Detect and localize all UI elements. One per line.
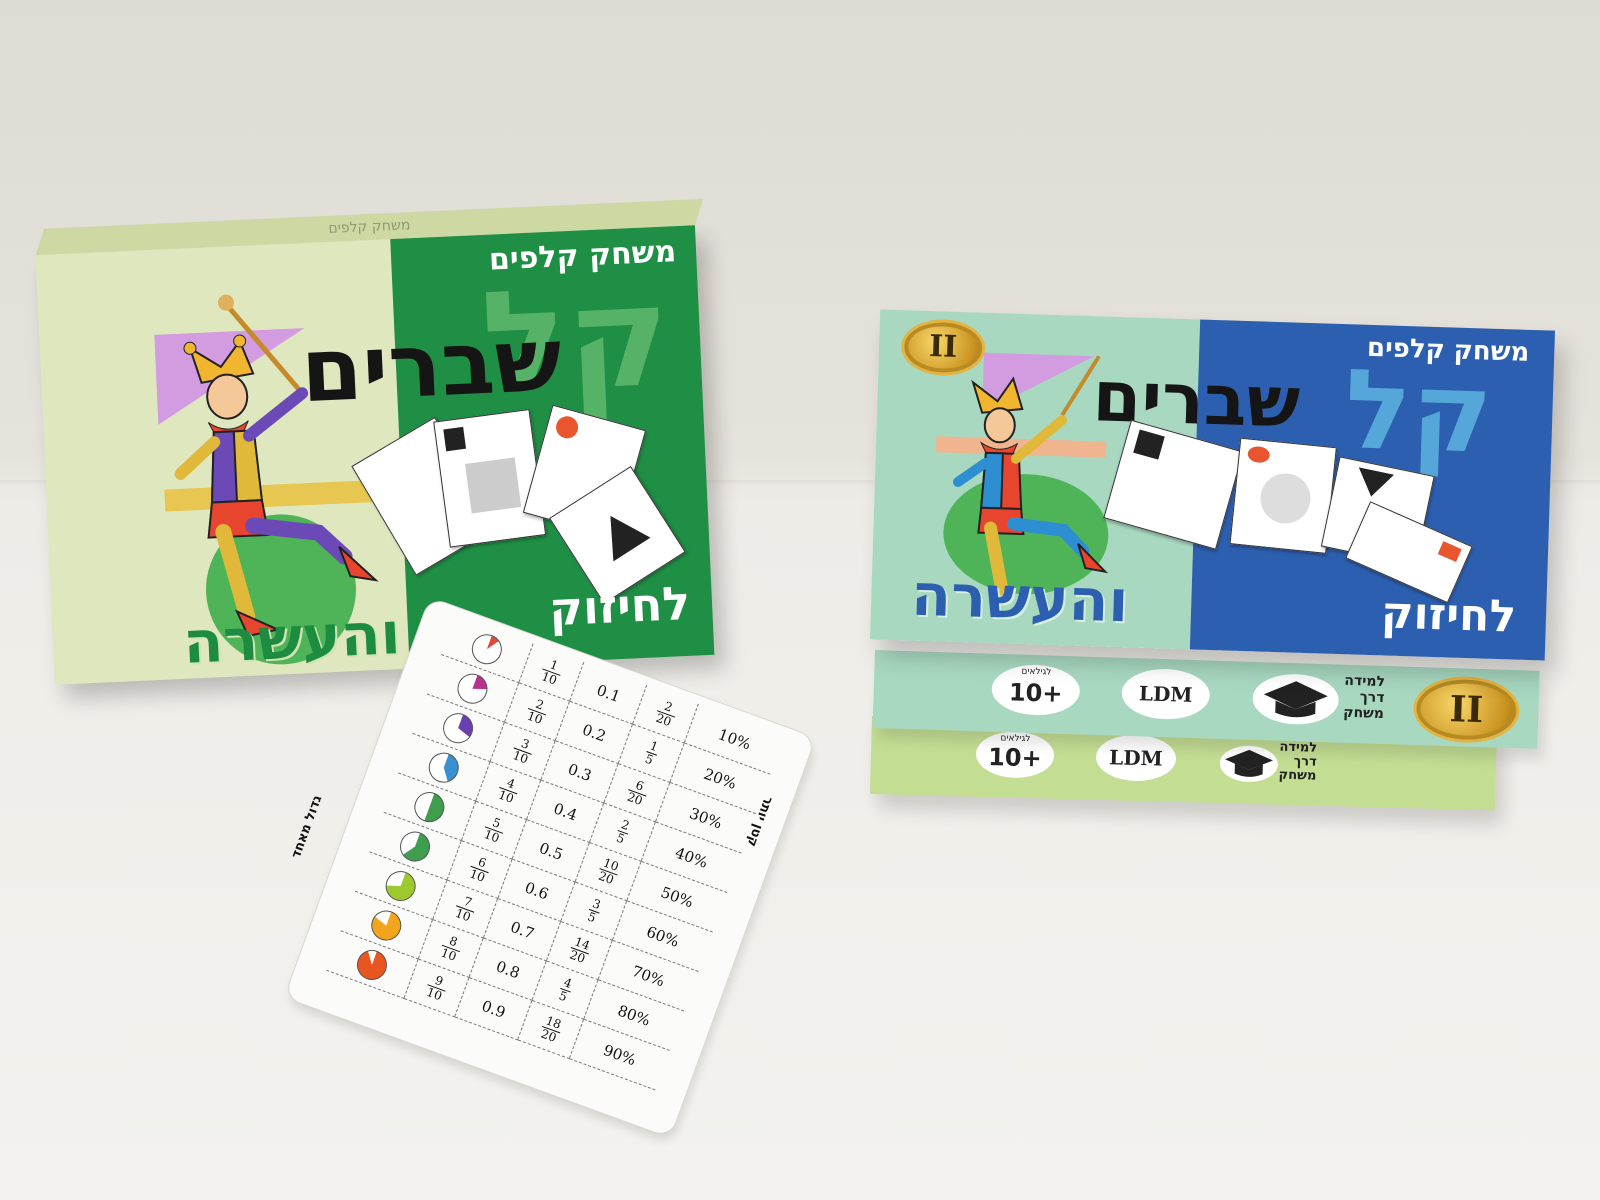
brand-text: LDM [1108,745,1164,771]
fraction: 3 10 [509,735,537,767]
pie-icon [438,708,478,747]
slogan-bottom: למידה דרך משחק [1278,740,1317,784]
box-right-label-vehaashara: והעשרה [910,560,1130,636]
percent-badge [553,413,581,441]
age-value: 10+ [1008,678,1063,708]
fraction: 6 10 [466,853,494,886]
triangle-figure [1353,467,1395,501]
box-left-title-shvarim: שברים [298,307,564,423]
fraction: 2 20 [652,697,680,730]
denominator: 5 [614,830,627,847]
slogan-line: משחק [1278,767,1317,784]
denominator: 5 [557,988,570,1005]
fraction: 9 10 [423,971,451,1004]
box-right-title-shvarim: שברים [1091,355,1302,444]
pie-icon [381,866,420,905]
edition-coin-front: II [1412,674,1521,745]
box-right-label-lechizuk: לחיזוק [1380,587,1517,643]
age-caption: לגילאים [1000,733,1031,745]
fraction: 35 [584,896,605,926]
pie-icon [395,826,435,866]
ldm-logo: LDM [1120,667,1211,721]
triangle-figure [591,503,651,562]
fraction: 10 20 [595,855,623,888]
fraction: 2 10 [523,695,551,728]
pie-icon [424,747,464,787]
box-left-label-lechizuk: לחיזוק [547,575,692,637]
card-game-box-right[interactable]: II משחק קלפים קל שברים לחיזוק והעשרה [869,309,1556,661]
fraction: 8 10 [437,932,465,965]
age-badge: לגילאים 10+ [991,663,1081,717]
fraction: 25 [613,817,633,847]
slogan-line: משחק [1343,704,1385,723]
slogan-line: דרך [1359,689,1385,707]
slogan-line: למידה [1344,672,1386,691]
mini-card [433,408,547,548]
card-game-box-left[interactable]: משחק קלפים משחק קלפים קל שברים לחיזוק וה… [35,198,715,685]
age-caption: לגילאים [1021,666,1052,678]
fraction-reference-card[interactable]: 1 10 0.1 2 20 10% 2 10 0.2 1 5 20% 3 10 0.3 6 20 30% 4 10 0.… [284,597,816,1138]
fraction-tile [443,426,467,452]
fraction-tile [1437,541,1462,563]
pie-icon [453,668,492,708]
box-left-label-vehaashara: והעשרה [181,599,402,677]
fraction-table: 1 10 0.1 2 20 10% 2 10 0.2 1 5 20% 3 10 0.3 6 20 30% 4 10 0.… [326,615,785,1090]
denominator: 5 [643,751,656,768]
fraction: 15 [641,738,662,768]
denominator: 5 [585,909,598,926]
brand-text: LDM [1138,681,1193,707]
graduation-cap-icon [1252,674,1339,725]
fraction: 45 [555,975,576,1005]
fraction: 18 20 [537,1013,565,1046]
graduation-cap-icon [1219,745,1278,782]
fraction-tile [1133,429,1165,460]
square-figure [465,457,522,514]
box-right-title-kal: קל [1342,345,1495,478]
fraction: 7 10 [452,893,479,925]
pie-icon [352,945,392,984]
fraction: 14 20 [566,934,594,967]
circle-figure [1258,471,1313,526]
percent-badge [1246,445,1271,464]
mini-card [1229,437,1337,554]
age-badge-bottom: לגילאים 10+ [975,730,1055,779]
pie-icon [367,905,406,945]
slogan: למידה דרך משחק [1343,673,1385,722]
ldm-logo-bottom: LDM [1095,733,1177,782]
pie-icon [410,787,449,826]
fraction: 1 10 [538,656,566,688]
pie-icon [467,629,507,668]
fraction: 4 10 [495,774,523,807]
fraction: 6 20 [623,776,651,809]
fraction: 5 10 [480,814,508,846]
age-value: 10+ [987,743,1043,773]
label-bigger: גדול מאחד [288,793,326,861]
